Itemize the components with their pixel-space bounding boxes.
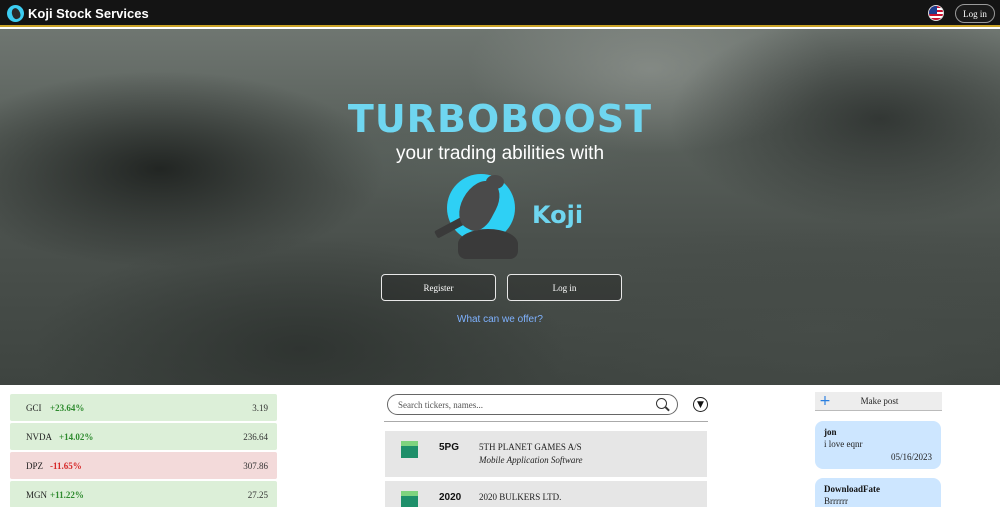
ticker-symbol: NVDA bbox=[26, 431, 52, 442]
ticker-price: 3.19 bbox=[252, 402, 268, 413]
ticker-search-box bbox=[387, 394, 678, 415]
register-button[interactable]: Register bbox=[381, 274, 496, 301]
stock-name: 2020 BULKERS LTD. bbox=[479, 492, 562, 502]
make-post-button[interactable]: + Make post bbox=[815, 392, 942, 411]
ticker-symbol: GCI bbox=[26, 402, 42, 413]
top-navbar: Koji Stock Services Log in bbox=[0, 0, 1000, 27]
ticker-symbol: DPZ bbox=[26, 460, 44, 471]
ticker-row[interactable]: DPZ -11.65% 307.86 bbox=[10, 452, 277, 479]
ticker-change: +14.02% bbox=[59, 431, 94, 442]
stock-symbol: 5PG bbox=[439, 442, 460, 453]
ticker-symbol: MGN bbox=[26, 489, 48, 500]
post-text: i love eqnr bbox=[824, 439, 863, 449]
post-card[interactable]: jon i love eqnr 05/16/2023 bbox=[815, 421, 941, 469]
header-login-button[interactable]: Log in bbox=[955, 4, 995, 23]
search-input[interactable] bbox=[398, 398, 648, 412]
us-flag-icon[interactable] bbox=[928, 5, 944, 21]
hero-login-button[interactable]: Log in bbox=[507, 274, 622, 301]
company-logo-icon bbox=[401, 441, 418, 458]
ticker-row[interactable]: GCI +23.64% 3.19 bbox=[10, 394, 277, 421]
hero-title: TURBOBOOST bbox=[347, 97, 653, 141]
ticker-price: 27.25 bbox=[247, 489, 268, 500]
search-icon[interactable] bbox=[656, 398, 667, 409]
hero-subtitle: your trading abilities with bbox=[395, 143, 605, 164]
ticker-movers-list: GCI +23.64% 3.19 NVDA +14.02% 236.64 DPZ… bbox=[10, 394, 277, 507]
divider bbox=[384, 421, 708, 422]
stock-card[interactable]: 2020 2020 BULKERS LTD. bbox=[385, 481, 707, 507]
stock-sector: Mobile Application Software bbox=[479, 455, 583, 465]
chevron-down-icon[interactable]: ▼ bbox=[693, 397, 708, 412]
make-post-label: Make post bbox=[860, 396, 899, 406]
koji-logo-icon bbox=[7, 5, 24, 22]
ticker-change: -11.65% bbox=[50, 460, 82, 471]
ticker-price: 307.86 bbox=[243, 460, 268, 471]
hero-section: TURBOBOOST your trading abilities with K… bbox=[0, 29, 1000, 385]
brand-name: Koji Stock Services bbox=[28, 6, 149, 21]
ticker-row[interactable]: MGN +11.22% 27.25 bbox=[10, 481, 277, 507]
brand[interactable]: Koji Stock Services bbox=[7, 4, 149, 23]
post-card[interactable]: DownloadFate Brrrrrr bbox=[815, 478, 941, 507]
what-can-we-offer-link[interactable]: What can we offer? bbox=[0, 314, 1000, 325]
stock-symbol: 2020 bbox=[439, 492, 462, 503]
post-date: 05/16/2023 bbox=[890, 452, 932, 462]
hero-logo-word: Koji bbox=[532, 201, 584, 229]
post-text: Brrrrrr bbox=[824, 496, 848, 506]
post-username: jon bbox=[824, 427, 837, 437]
ticker-price: 236.64 bbox=[243, 431, 268, 442]
ticker-change: +11.22% bbox=[50, 489, 84, 500]
company-logo-icon bbox=[401, 491, 418, 507]
ticker-change: +23.64% bbox=[50, 402, 85, 413]
ticker-row[interactable]: NVDA +14.02% 236.64 bbox=[10, 423, 277, 450]
stock-name: 5TH PLANET GAMES A/S bbox=[479, 442, 582, 452]
stock-card[interactable]: 5PG 5TH PLANET GAMES A/S Mobile Applicat… bbox=[385, 431, 707, 477]
plus-icon: + bbox=[819, 393, 831, 409]
post-username: DownloadFate bbox=[824, 484, 880, 494]
